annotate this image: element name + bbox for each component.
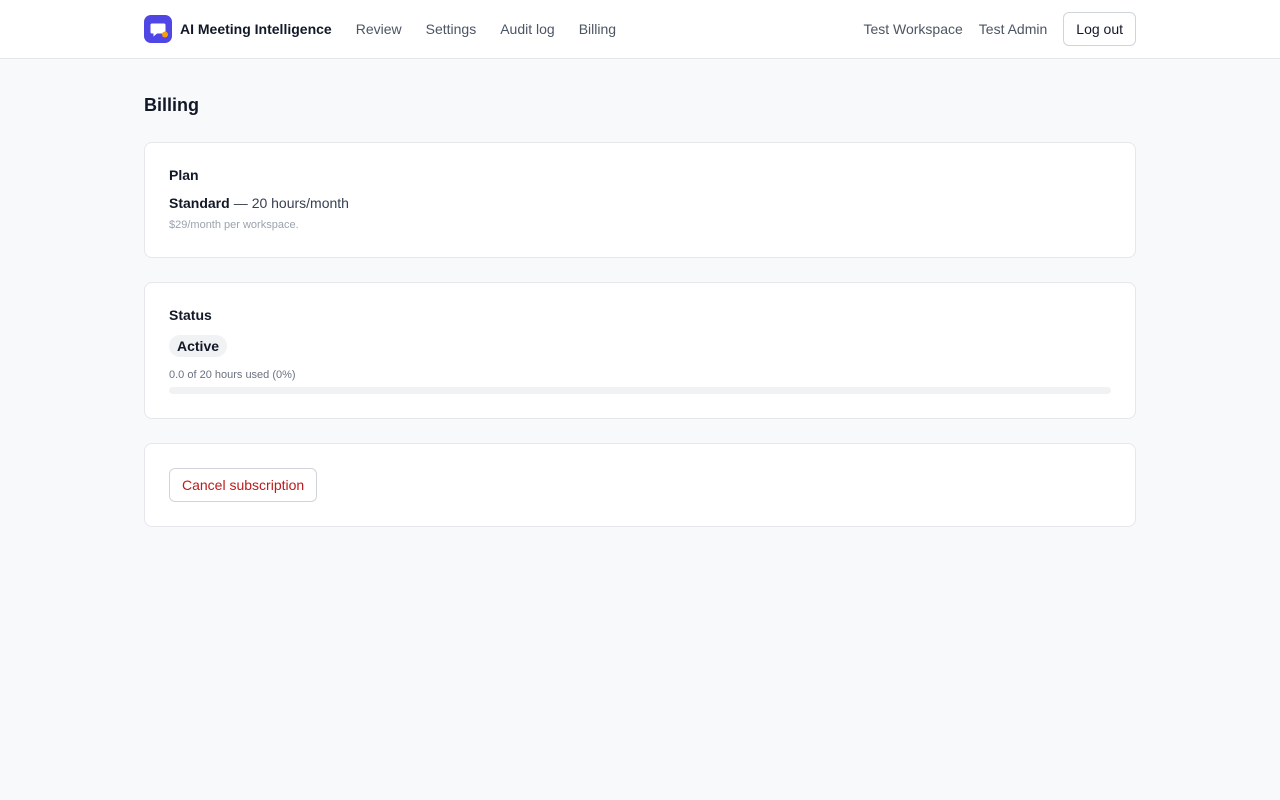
nav-link-audit-log[interactable]: Audit log [500,17,554,41]
usage-text: 0.0 of 20 hours used (0%) [169,369,296,381]
plan-price: $29/month per workspace. [169,219,299,231]
nav-link-settings[interactable]: Settings [426,17,477,41]
status-badge: Active [169,335,228,357]
page-title: Billing [144,95,199,115]
plan-name: Standard [169,195,230,211]
actions-card: Cancel subscription [144,443,1136,527]
chat-bubble-icon [144,15,172,43]
cancel-subscription-button[interactable]: Cancel subscription [169,468,318,502]
nav-link-billing[interactable]: Billing [579,17,616,41]
plan-label: Plan [169,167,199,183]
brand[interactable]: AI Meeting Intelligence [144,15,332,43]
brand-name: AI Meeting Intelligence [180,21,332,37]
logout-button[interactable]: Log out [1063,12,1136,46]
usage-progress-bar [169,387,1111,394]
plan-quota: 20 hours/month [251,195,349,211]
topbar-inner: AI Meeting Intelligence Review Settings … [144,0,1136,58]
topbar-left: AI Meeting Intelligence Review Settings … [144,15,616,43]
top-navigation-bar: AI Meeting Intelligence Review Settings … [0,0,1280,59]
plan-summary: Standard —20 hours/month [169,195,1111,211]
status-label: Status [169,307,212,323]
status-card: Status Active 0.0 of 20 hours used (0%) [144,282,1136,419]
nav-link-review[interactable]: Review [356,17,402,41]
topbar-right: Test Workspace Test Admin Log out [863,12,1136,46]
user-name: Test Admin [978,21,1048,37]
workspace-name: Test Workspace [863,21,963,37]
main-nav: Review Settings Audit log Billing [344,17,616,41]
plan-separator: — [233,195,248,211]
main-content: Billing Plan Standard —20 hours/month $29… [144,59,1136,527]
plan-card: Plan Standard —20 hours/month $29/month p… [144,142,1136,258]
